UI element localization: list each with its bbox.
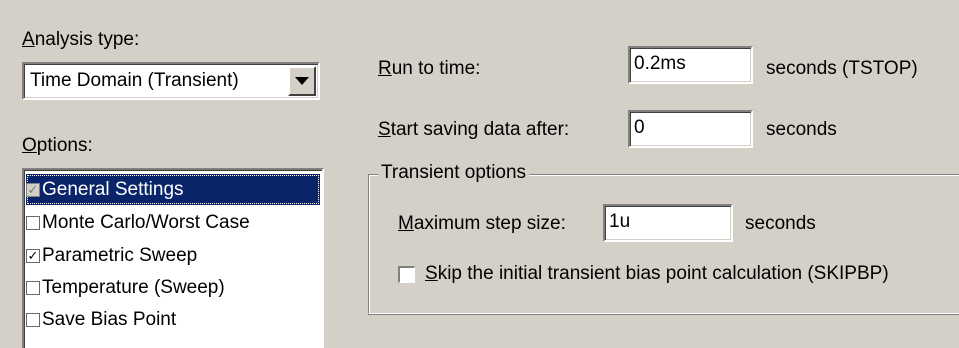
start-saving-label: Start saving data after: bbox=[378, 119, 570, 140]
analysis-type-dropdown[interactable]: Time Domain (Transient) bbox=[22, 62, 320, 100]
list-item-save-bias-point[interactable]: Save Bias Point bbox=[26, 304, 320, 335]
transient-options-title: Transient options bbox=[378, 160, 530, 186]
chevron-down-icon bbox=[295, 77, 309, 85]
skip-bias-label[interactable]: Skip the initial transient bias point ca… bbox=[425, 262, 889, 286]
skip-bias-checkbox[interactable] bbox=[398, 266, 415, 283]
options-list[interactable]: ✓ General Settings Monte Carlo/Worst Cas… bbox=[22, 168, 324, 348]
options-label: Options: bbox=[22, 135, 93, 156]
start-saving-input[interactable]: 0 bbox=[628, 110, 753, 148]
list-item-general-settings[interactable]: ✓ General Settings bbox=[26, 174, 320, 205]
checkbox-unchecked-icon[interactable] bbox=[26, 312, 40, 327]
start-saving-units: seconds bbox=[766, 119, 837, 140]
dropdown-button[interactable] bbox=[288, 66, 316, 96]
max-step-units: seconds bbox=[745, 213, 816, 234]
list-item-label: Monte Carlo/Worst Case bbox=[42, 211, 250, 233]
list-item-monte-carlo[interactable]: Monte Carlo/Worst Case bbox=[26, 207, 320, 238]
list-item-label: Save Bias Point bbox=[42, 308, 177, 330]
run-to-time-units: seconds (TSTOP) bbox=[766, 58, 918, 79]
list-item-parametric-sweep[interactable]: ✓ Parametric Sweep bbox=[26, 240, 320, 271]
checkbox-checked-icon[interactable]: ✓ bbox=[26, 182, 40, 197]
list-item-label: General Settings bbox=[42, 178, 184, 200]
max-step-label: Maximum step size: bbox=[398, 213, 566, 234]
list-item-label: Parametric Sweep bbox=[42, 244, 198, 266]
run-to-time-label: Run to time: bbox=[378, 58, 481, 79]
max-step-input[interactable]: 1u bbox=[603, 204, 733, 242]
checkbox-unchecked-icon[interactable] bbox=[26, 215, 40, 230]
checkbox-checked-icon[interactable]: ✓ bbox=[26, 248, 40, 263]
list-item-temperature-sweep[interactable]: Temperature (Sweep) bbox=[26, 272, 320, 303]
list-item-label: Temperature (Sweep) bbox=[42, 276, 225, 298]
analysis-type-value: Time Domain (Transient) bbox=[30, 70, 239, 91]
transient-options-group bbox=[368, 174, 959, 314]
run-to-time-input[interactable]: 0.2ms bbox=[628, 46, 753, 84]
analysis-type-label: Analysis type: bbox=[22, 29, 140, 50]
checkbox-unchecked-icon[interactable] bbox=[26, 280, 40, 295]
